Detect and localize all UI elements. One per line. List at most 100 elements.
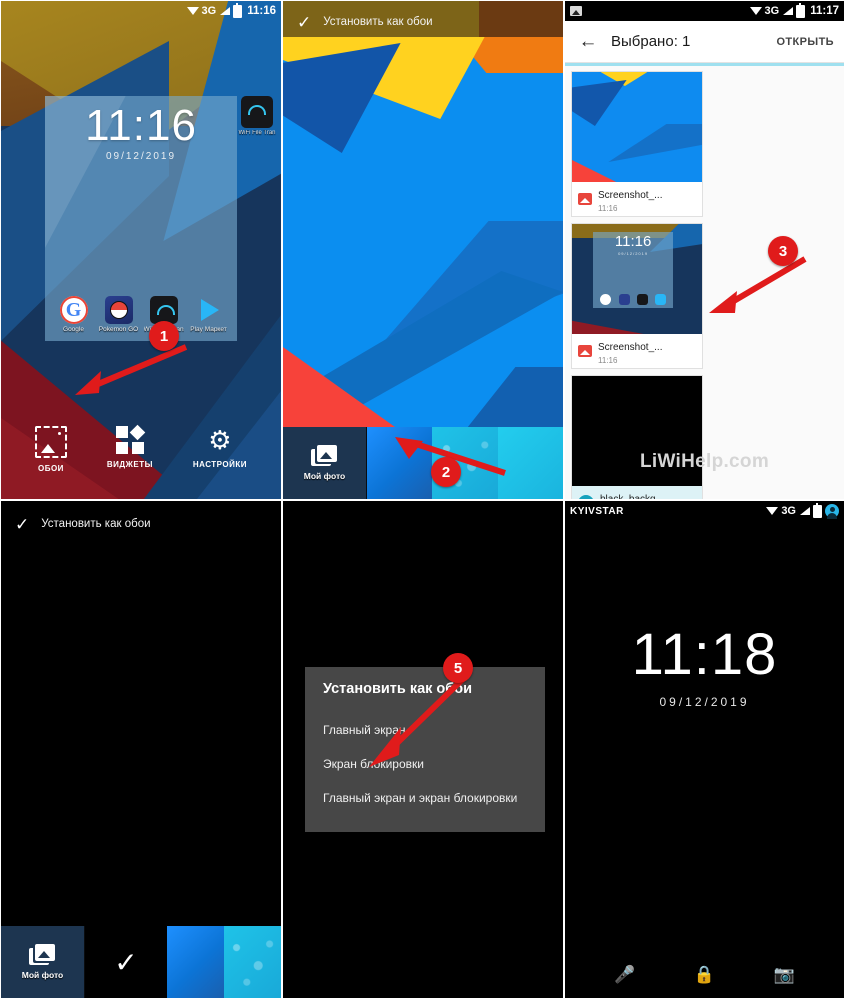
set-wallpaper-label: Установить как обои: [41, 518, 151, 530]
wifi-icon: [186, 6, 199, 16]
wallpaper-label: ОБОИ: [37, 464, 64, 473]
battery-icon: [233, 2, 243, 18]
wallpaper-thumb-blue[interactable]: [167, 926, 224, 998]
checkmark-icon[interactable]: ✓: [15, 516, 29, 533]
status-bar: 3G 11:16: [1, 1, 281, 21]
callout-badge-2: 2: [431, 457, 461, 487]
set-wallpaper-label: Установить как обои: [323, 16, 433, 28]
side-app-label: WiFi File Tran: [238, 130, 276, 136]
status-time: 11:17: [810, 5, 839, 17]
my-photo-button[interactable]: Мой фото: [283, 427, 367, 499]
my-photo-button[interactable]: Мой фото: [1, 926, 85, 998]
dialog-option-home-screen[interactable]: Главный экран: [323, 713, 527, 747]
set-wallpaper-dialog: Установить как обои Главный экран Экран …: [305, 667, 545, 832]
confirm-checkmark-icon[interactable]: ✓: [85, 926, 167, 998]
thumbnail[interactable]: 11:16 09/12/2019: [572, 224, 702, 334]
microphone-icon[interactable]: 🎤: [614, 964, 636, 986]
item-time: 11:16: [598, 204, 618, 213]
wallpaper-thumb-blue[interactable]: [367, 427, 433, 499]
pokemon-go-icon: [104, 296, 133, 324]
item-name: Screenshot_...: [598, 342, 663, 353]
lock-screen-time: 11:18: [631, 622, 778, 687]
google-icon: G: [59, 296, 88, 324]
lock-screen-background: [565, 501, 844, 998]
selection-title: Выбрано: 1: [611, 33, 691, 50]
wallpaper-thumbnail-strip[interactable]: Мой фото ✓: [1, 926, 281, 998]
wallpaper-thumb-ocean2[interactable]: [497, 427, 563, 499]
lock-screen-shortcuts: 🎤 🔒 📷: [565, 964, 844, 986]
dialog-option-lock-screen[interactable]: Экран блокировки: [323, 747, 527, 781]
settings-button[interactable]: ⚙ НАСТРОЙКИ: [193, 426, 247, 473]
signal-bars-icon: [799, 506, 810, 516]
signal-bars-icon: [782, 6, 794, 16]
panel-wallpaper-picker: ✓ Установить как обои Мой фото 2: [282, 0, 564, 500]
user-avatar-icon[interactable]: [825, 504, 839, 519]
checkmark-icon[interactable]: ✓: [297, 14, 311, 31]
item-meta: ✓ black_backg... 11:10: [572, 486, 702, 499]
gallery-header: ← Выбрано: 1 ОТКРЫТЬ: [565, 21, 844, 63]
panel-set-wallpaper-dialog: Установить как обои Главный экран Экран …: [282, 500, 564, 999]
dialog-option-both[interactable]: Главный экран и экран блокировки: [323, 781, 527, 815]
home-action-bar: ОБОИ ВИДЖЕТЫ ⚙ НАСТРОЙКИ: [1, 426, 281, 473]
widgets-button[interactable]: ВИДЖЕТЫ: [107, 426, 153, 473]
settings-label: НАСТРОЙКИ: [192, 460, 248, 469]
black-wallpaper-preview: [1, 501, 281, 998]
image-file-icon: [578, 345, 592, 357]
widget-date: 09/12/2019: [105, 151, 177, 162]
app-label: Pokemon GO: [98, 326, 139, 333]
wallpaper-thumb-ocean[interactable]: [224, 926, 281, 998]
callout-badge-1: 1: [149, 321, 179, 351]
panel-home-screen: 3G 11:16 11:16 09/12/2019 G Google Pokem…: [0, 0, 282, 500]
photos-icon: [28, 944, 57, 968]
image-file-icon: [578, 193, 592, 205]
item-meta: Screenshot_... 11:16: [572, 334, 702, 368]
item-name: Screenshot_...: [598, 190, 663, 201]
open-button[interactable]: ОТКРЫТЬ: [776, 36, 834, 48]
side-app-wifi-file-transfer[interactable]: WiFi File Tran: [235, 96, 279, 136]
widgets-icon: [115, 426, 144, 454]
gallery-item-selected[interactable]: ✓ black_backg... 11:10: [571, 375, 703, 499]
wallpaper-preview: [283, 1, 563, 499]
settings-gear-icon: ⚙: [208, 425, 232, 455]
wifi-icon: [749, 6, 762, 16]
header-accent-line: [565, 63, 844, 66]
carrier-label: KYIVSTAR: [570, 505, 624, 517]
callout-badge-3: 3: [768, 236, 798, 266]
set-wallpaper-bar[interactable]: ✓ Установить как обои: [1, 513, 281, 535]
app-google[interactable]: G Google: [54, 296, 94, 333]
gallery-item[interactable]: Screenshot_... 11:16: [571, 71, 703, 217]
lock-icon[interactable]: 🔒: [693, 964, 715, 986]
network-type-label: 3G: [201, 5, 217, 17]
wallpaper-thumbnail-strip[interactable]: Мой фото: [283, 427, 563, 499]
camera-icon[interactable]: 📷: [773, 964, 795, 986]
gallery-item[interactable]: 11:16 09/12/2019 Screenshot_... 11:16: [571, 223, 703, 369]
panel-black-preview: ✓ Установить как обои Мой фото ✓ 4: [0, 500, 282, 999]
my-photo-label: Мой фото: [303, 471, 346, 481]
lock-screen-date: 09/12/2019: [659, 695, 750, 709]
photo-notification-icon: [570, 6, 582, 16]
app-pokemon-go[interactable]: Pokemon GO: [99, 296, 139, 333]
widget-time: 11:16: [85, 101, 197, 150]
gallery-grid: Screenshot_... 11:16 11:16 09/12/2019 Sc…: [571, 71, 838, 499]
my-photo-label: Мой фото: [21, 970, 64, 980]
wifi-file-transfer-icon: [149, 296, 178, 324]
status-time: 11:16: [247, 5, 276, 17]
screenshot-collage: 3G 11:16 11:16 09/12/2019 G Google Pokem…: [0, 0, 845, 999]
dialog-title: Установить как обои: [323, 681, 473, 697]
item-meta: Screenshot_... 11:16: [572, 182, 702, 216]
thumbnail[interactable]: [572, 72, 702, 182]
back-arrow-icon[interactable]: ←: [575, 31, 601, 53]
wifi-file-transfer-icon: [241, 96, 273, 128]
widgets-label: ВИДЖЕТЫ: [106, 460, 153, 469]
app-play-store[interactable]: Play Маркет: [189, 296, 229, 333]
network-type-label: 3G: [764, 5, 780, 17]
wallpaper-button[interactable]: ОБОИ: [34, 426, 67, 473]
panel-lock-screen: KYIVSTAR 3G 11:18 09/12/2019 🎤 🔒 📷: [564, 500, 845, 999]
callout-badge-5: 5: [443, 653, 473, 683]
wallpaper-icon: [34, 426, 67, 458]
photos-icon: [310, 445, 339, 469]
wifi-icon: [766, 506, 779, 516]
set-wallpaper-bar[interactable]: ✓ Установить как обои: [283, 11, 563, 33]
battery-icon: [796, 2, 806, 18]
clock-widget[interactable]: 11:16 09/12/2019 G Google Pokemon GO WiF…: [45, 96, 237, 341]
